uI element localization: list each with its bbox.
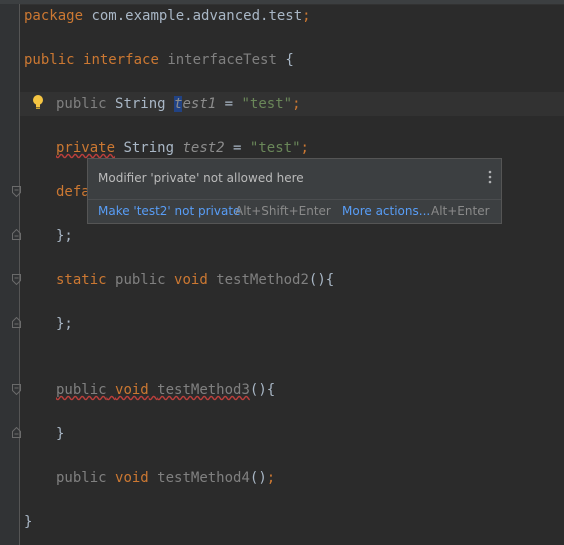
popup-divider xyxy=(88,199,501,200)
quick-fix-shortcut: Alt+Shift+Enter xyxy=(235,204,331,218)
code-line-interface: public interface interfaceTest { xyxy=(24,52,294,68)
fold-marker-icon[interactable] xyxy=(12,186,21,197)
code-line-close1: }; xyxy=(56,228,73,244)
code-line-testMethod3: public void testMethod3(){ xyxy=(56,382,276,398)
code-line-package: package com.example.advanced.test; xyxy=(24,8,311,24)
popup-title: Modifier 'private' not allowed here xyxy=(98,171,304,185)
fold-marker-icon[interactable] xyxy=(12,229,21,240)
code-line-testMethod2: static public void testMethod2(){ xyxy=(56,272,335,288)
fold-marker-icon[interactable] xyxy=(12,384,21,395)
more-vertical-icon[interactable] xyxy=(487,169,493,185)
code-line-test1: public String test1 = "test"; xyxy=(56,96,301,112)
top-border xyxy=(0,0,564,5)
code-line-close-interface: } xyxy=(24,514,33,530)
fold-marker-icon[interactable] xyxy=(12,274,21,285)
code-line-test2: private String test2 = "test"; xyxy=(56,140,309,156)
fold-marker-icon[interactable] xyxy=(12,427,21,438)
code-line-close2: }; xyxy=(56,316,73,332)
error-popup: Modifier 'private' not allowed here Make… xyxy=(87,158,502,224)
fold-marker-icon[interactable] xyxy=(12,317,21,328)
more-actions-link[interactable]: More actions... xyxy=(342,204,430,218)
more-actions-shortcut: Alt+Enter xyxy=(431,204,490,218)
code-line-close3: } xyxy=(56,426,65,442)
code-line-testMethod4: public void testMethod4(); xyxy=(56,470,276,486)
quick-fix-link[interactable]: Make 'test2' not private xyxy=(98,204,240,218)
code-line-default: defa xyxy=(56,184,90,200)
lightbulb-icon[interactable] xyxy=(31,94,45,112)
